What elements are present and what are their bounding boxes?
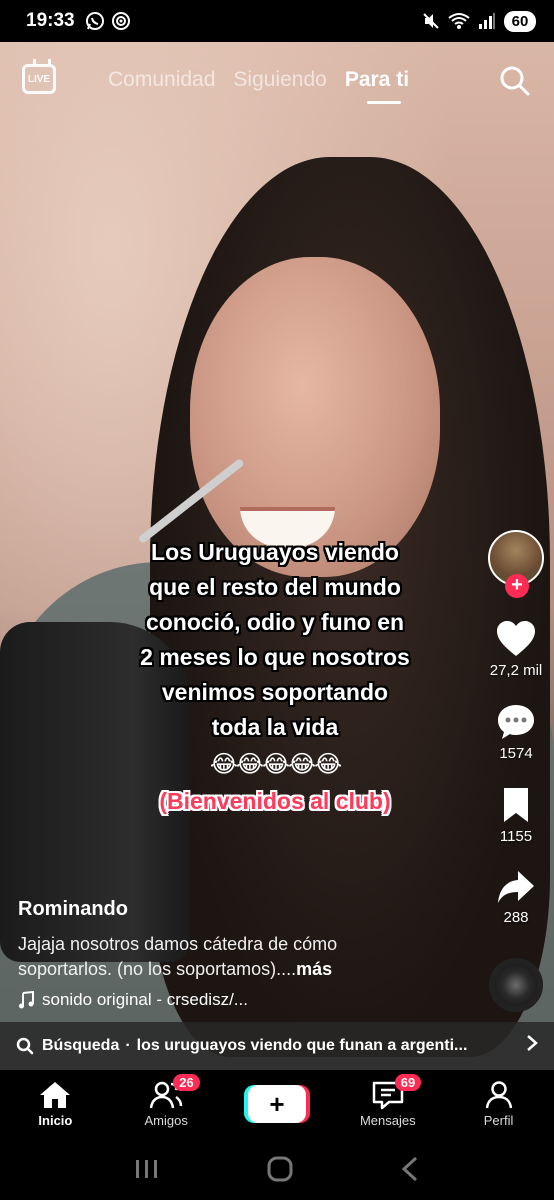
comment-button[interactable]: 1574: [496, 703, 536, 762]
sound-disc[interactable]: [489, 958, 543, 1012]
more-link[interactable]: más: [296, 959, 332, 979]
nav-mensajes[interactable]: 69 Mensajes: [338, 1074, 438, 1128]
signal-icon: [479, 13, 495, 29]
sound-label: sonido original - crsedisz/...: [42, 990, 248, 1009]
heart-icon: [497, 621, 535, 656]
share-icon: [498, 871, 534, 903]
search-icon: [500, 66, 530, 96]
like-button[interactable]: 27,2 mil: [489, 620, 543, 679]
post-description[interactable]: Jajaja nosotros damos cátedra de cómo so…: [18, 932, 418, 982]
overlay-line: venimos soportando: [161, 679, 389, 705]
like-count: 27,2 mil: [489, 662, 543, 679]
share-count: 288: [503, 909, 529, 926]
hotspot-icon: [111, 12, 130, 30]
nav-label-mensajes: Mensajes: [359, 1113, 416, 1128]
live-label: LIVE: [27, 73, 51, 85]
video-overlay-text: Los Uruguayos viendo que el resto del mu…: [90, 535, 460, 745]
status-icons-right: 60: [422, 10, 536, 32]
search-suggestion-label: Búsqueda: [42, 1037, 120, 1054]
overlay-line: 2 meses lo que nosotros: [140, 644, 410, 670]
nav-create[interactable]: +: [227, 1085, 327, 1123]
amigos-badge: 26: [173, 1074, 200, 1091]
status-icons-left: [85, 11, 131, 31]
save-count: 1155: [499, 828, 533, 845]
post-author[interactable]: Rominando: [18, 898, 128, 921]
plus-icon: +: [269, 1088, 285, 1119]
mute-icon: [423, 13, 439, 29]
recents-icon[interactable]: [133, 1157, 161, 1181]
top-nav: LIVE Comunidad Siguiendo Para ti: [0, 58, 554, 108]
search-suggestion-bar[interactable]: Búsqueda · los uruguayos viendo que funa…: [0, 1022, 554, 1070]
status-time: 19:33: [26, 10, 75, 31]
create-button[interactable]: +: [247, 1085, 306, 1123]
overlay-line: que el resto del mundo: [149, 574, 401, 600]
search-suggestion-separator: ·: [125, 1037, 131, 1054]
nav-inicio[interactable]: Inicio: [5, 1080, 105, 1128]
mensajes-badge: 69: [394, 1074, 422, 1091]
profile-icon: [485, 1081, 512, 1109]
whatsapp-icon: [85, 12, 104, 30]
comment-icon: [498, 705, 534, 739]
creator-avatar-wrap[interactable]: +: [488, 530, 544, 598]
save-button[interactable]: 1155: [500, 786, 532, 845]
tab-comunidad[interactable]: Comunidad: [108, 68, 215, 92]
search-button[interactable]: [498, 64, 532, 98]
bookmark-icon: [503, 788, 528, 822]
nav-label-inicio: Inicio: [38, 1113, 73, 1128]
battery-indicator: 60: [504, 10, 536, 32]
home-icon: [40, 1082, 71, 1108]
overlay-line: conoció, odio y funo en: [145, 609, 405, 635]
follow-button[interactable]: +: [505, 574, 529, 598]
bottom-nav: Inicio 26 Amigos + 69 Mensajes Perfil: [0, 1070, 554, 1138]
chevron-right-icon: [526, 1034, 538, 1058]
post-description-text: Jajaja nosotros damos cátedra de cómo so…: [18, 934, 338, 979]
music-note-icon: [19, 991, 34, 1009]
overlay-line: Los Uruguayos viendo: [151, 539, 399, 565]
home-button-icon[interactable]: [266, 1155, 294, 1183]
nav-label-perfil: Perfil: [483, 1113, 514, 1128]
feed-tabs: Comunidad Siguiendo Para ti: [108, 68, 409, 104]
search-suggestion-query: los uruguayos viendo que funan a argenti…: [136, 1037, 468, 1054]
overlay-emoji: 😂😂😂😂😂: [209, 751, 342, 778]
tab-para-ti[interactable]: Para ti: [345, 68, 409, 104]
wifi-icon: [448, 13, 470, 29]
system-nav-bar: [0, 1138, 554, 1200]
sound-link[interactable]: sonido original - crsedisz/...: [18, 990, 248, 1010]
status-bar: 19:33 60: [0, 0, 554, 42]
nav-label-amigos: Amigos: [144, 1113, 188, 1128]
overlay-line: toda la vida: [211, 714, 339, 740]
search-icon: [16, 1037, 34, 1055]
comment-count: 1574: [499, 745, 533, 762]
share-button[interactable]: 288: [496, 869, 536, 926]
tab-siguiendo[interactable]: Siguiendo: [233, 68, 326, 92]
back-icon[interactable]: [399, 1155, 421, 1183]
action-rail: + 27,2 mil 1574 1155 288: [486, 530, 546, 1012]
nav-amigos[interactable]: 26 Amigos: [116, 1074, 216, 1128]
overlay-subtitle: (Bienvenidos al club): [159, 788, 391, 814]
live-button[interactable]: LIVE: [22, 64, 56, 94]
nav-perfil[interactable]: Perfil: [449, 1080, 549, 1128]
